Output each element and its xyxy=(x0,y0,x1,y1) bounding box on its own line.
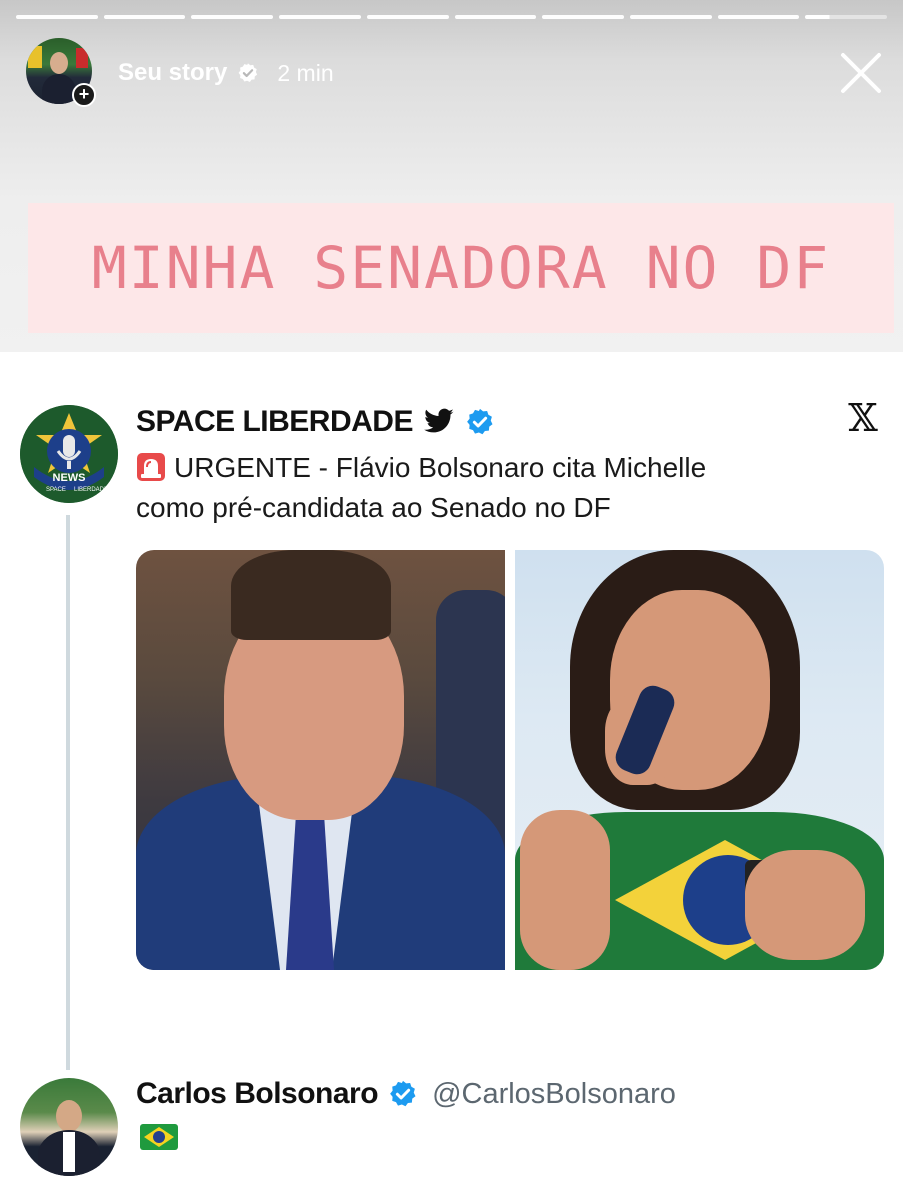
story-username[interactable]: Seu story xyxy=(118,59,227,87)
avatar-suit xyxy=(42,74,76,104)
progress-segment xyxy=(629,15,712,19)
twitter-bird-icon xyxy=(424,408,454,433)
progress-segment xyxy=(717,15,800,19)
x-logo-icon[interactable]: 𝕏 xyxy=(845,399,881,437)
progress-segment-current xyxy=(805,15,888,19)
avatar-shirt xyxy=(63,1132,75,1172)
progress-segment xyxy=(454,15,537,19)
photo-hair-shape xyxy=(231,550,391,640)
thread-line xyxy=(66,515,70,1070)
tweet-text-line-2: como pré-candidata ao Senado no DF xyxy=(136,492,611,523)
tweet-account-name[interactable]: SPACE LIBERDADE xyxy=(136,405,413,439)
avatar-flag-shape xyxy=(28,46,42,68)
tweet-header: SPACE LIBERDADE xyxy=(136,402,495,442)
avatar-space-text: SPACE xyxy=(46,487,66,493)
verified-icon xyxy=(238,63,258,82)
story-text-banner: MINHA SENADORA NO DF xyxy=(28,203,894,333)
story-progress-bar xyxy=(16,15,888,20)
flag-globe xyxy=(153,1131,165,1143)
progress-segment xyxy=(366,15,449,19)
photo-arm-shape xyxy=(520,810,610,970)
tweet-photo-michelle[interactable] xyxy=(515,550,884,970)
reply-account-name[interactable]: Carlos Bolsonaro xyxy=(136,1077,379,1111)
avatar-head xyxy=(56,1100,82,1132)
verified-badge-icon xyxy=(467,408,493,435)
progress-segment xyxy=(279,15,361,19)
tweet-photo-flavio[interactable] xyxy=(136,550,505,970)
story-user-info: Seu story 2 min xyxy=(118,58,334,88)
avatar-flag-shape xyxy=(76,48,88,68)
news-logo-icon: NEWS SPACE LIBERDADE xyxy=(20,405,118,503)
avatar-news-text: NEWS xyxy=(53,472,86,484)
progress-segment xyxy=(191,15,274,19)
reply-header: Carlos Bolsonaro @CarlosBolsonaro xyxy=(136,1074,676,1114)
carlos-bolsonaro-avatar[interactable] xyxy=(20,1078,118,1176)
progress-segment xyxy=(16,15,98,19)
verified-badge-icon xyxy=(390,1080,416,1107)
reply-handle[interactable]: @CarlosBolsonaro xyxy=(432,1078,676,1111)
tweet-text-line-1-content: URGENTE - Flávio Bolsonaro cita Michelle xyxy=(174,452,707,483)
add-story-icon[interactable]: + xyxy=(72,83,96,107)
avatar-head xyxy=(50,52,68,74)
brazil-flag-icon xyxy=(140,1124,178,1150)
progress-segment xyxy=(103,15,186,19)
progress-segment xyxy=(542,15,624,19)
story-timestamp: 2 min xyxy=(277,59,334,86)
banner-text: MINHA SENADORA NO DF xyxy=(91,234,831,302)
tweet-media[interactable] xyxy=(136,550,884,970)
close-icon[interactable] xyxy=(838,50,884,96)
tweet-text-line-1: URGENTE - Flávio Bolsonaro cita Michelle xyxy=(136,448,856,488)
siren-emoji-icon xyxy=(137,453,165,481)
photo-hand-shape xyxy=(745,850,865,960)
tweet-text: URGENTE - Flávio Bolsonaro cita Michelle… xyxy=(136,448,856,528)
space-liberdade-avatar[interactable]: NEWS SPACE LIBERDADE xyxy=(20,405,118,503)
